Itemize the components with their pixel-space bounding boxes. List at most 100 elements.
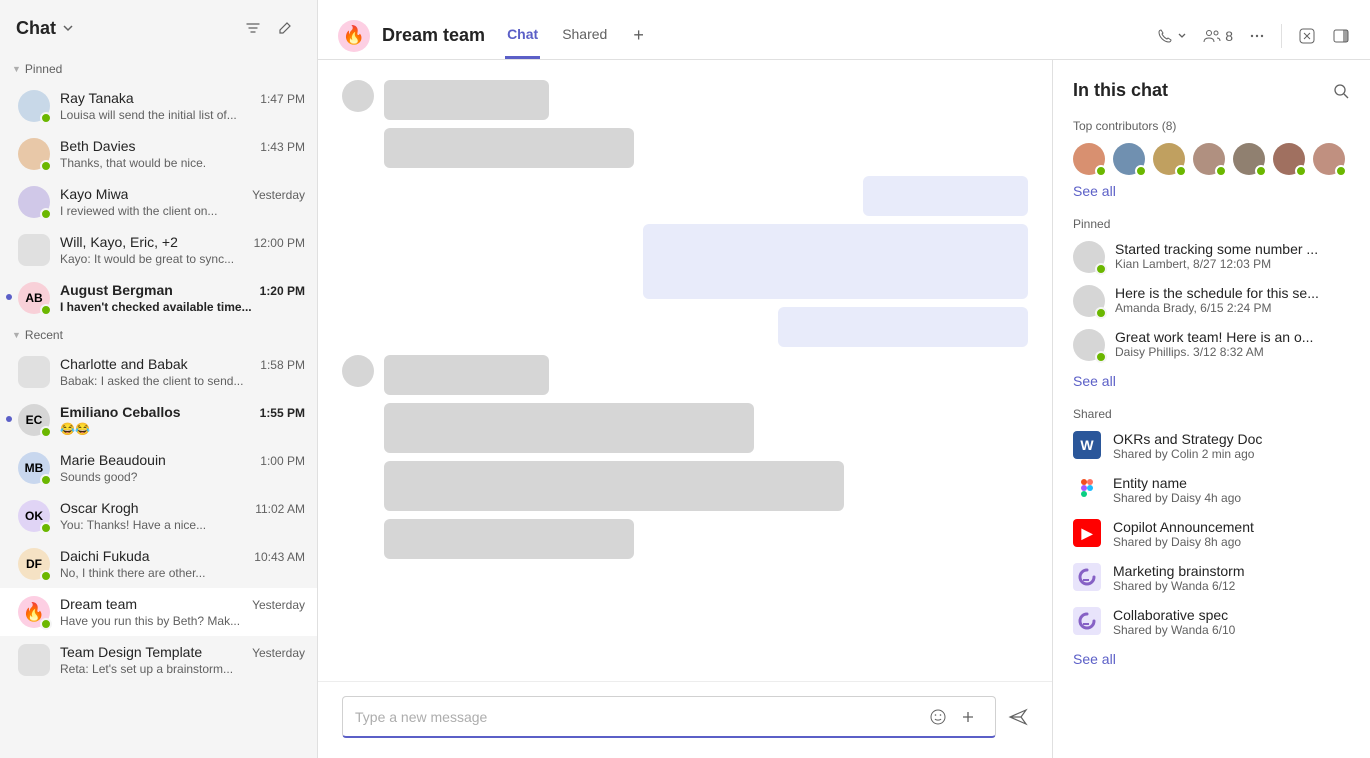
file-icon xyxy=(1073,475,1101,503)
avatar xyxy=(18,90,50,122)
message-row xyxy=(342,176,1028,216)
call-button[interactable] xyxy=(1157,28,1187,44)
message-bubble[interactable] xyxy=(384,519,634,559)
chat-list-item[interactable]: OKOscar Krogh11:02 AMYou: Thanks! Have a… xyxy=(0,492,317,540)
message-bubble[interactable] xyxy=(384,403,754,453)
chevron-down-icon[interactable] xyxy=(62,22,74,34)
chat-time: 1:58 PM xyxy=(260,358,305,372)
message-bubble[interactable] xyxy=(384,355,549,395)
chat-preview: Babak: I asked the client to send... xyxy=(60,374,305,388)
contributors-row xyxy=(1073,143,1350,175)
avatar[interactable] xyxy=(1193,143,1225,175)
pinned-meta: Daisy Phillips. 3/12 8:32 AM xyxy=(1115,345,1350,359)
tab-shared[interactable]: Shared xyxy=(560,12,609,59)
chat-avatar: 🔥 xyxy=(338,20,370,52)
chat-list-item[interactable]: DFDaichi Fukuda10:43 AMNo, I think there… xyxy=(0,540,317,588)
tab-chat[interactable]: Chat xyxy=(505,12,540,59)
avatar[interactable] xyxy=(1073,143,1105,175)
sidebar: Chat ▼ Pinned Ray Tanaka1:47 PMLouisa wi… xyxy=(0,0,318,758)
recent-section-label[interactable]: ▼ Recent xyxy=(0,322,317,348)
avatar[interactable] xyxy=(1273,143,1305,175)
shared-item[interactable]: Marketing brainstormShared by Wanda 6/12 xyxy=(1073,563,1350,593)
conversation-area[interactable] xyxy=(318,60,1052,681)
message-bubble[interactable] xyxy=(643,224,1028,299)
chat-name: Team Design Template xyxy=(60,644,202,660)
chat-list-item[interactable]: Charlotte and Babak 1:58 PM Babak: I asked… xyxy=(0,348,317,396)
shared-meta: Shared by Daisy 4h ago xyxy=(1113,491,1350,505)
pinned-title: Started tracking some number ... xyxy=(1115,241,1350,257)
panel-toggle-icon[interactable] xyxy=(1332,27,1350,45)
shared-item[interactable]: Entity nameShared by Daisy 4h ago xyxy=(1073,475,1350,505)
chat-time: 11:02 AM xyxy=(255,502,305,516)
chat-name: Oscar Krogh xyxy=(60,500,139,516)
compose-box[interactable] xyxy=(342,696,996,738)
chat-preview: 😂😂 xyxy=(60,422,305,436)
message-bubble[interactable] xyxy=(384,80,549,120)
message-row xyxy=(342,519,1028,559)
chat-name: Dream team xyxy=(60,596,137,612)
chat-list[interactable]: ▼ Pinned Ray Tanaka1:47 PMLouisa will se… xyxy=(0,56,317,758)
filter-icon[interactable] xyxy=(237,12,269,44)
send-button[interactable] xyxy=(1008,707,1028,727)
shared-item[interactable]: WOKRs and Strategy DocShared by Colin 2 … xyxy=(1073,431,1350,461)
chat-name: Marie Beaudouin xyxy=(60,452,166,468)
message-bubble[interactable] xyxy=(863,176,1028,216)
chat-list-item[interactable]: ECEmiliano Ceballos1:55 PM😂😂 xyxy=(0,396,317,444)
shared-title: Copilot Announcement xyxy=(1113,519,1350,535)
chat-list-item[interactable]: Kayo MiwaYesterdayI reviewed with the cl… xyxy=(0,178,317,226)
chat-name: Will, Kayo, Eric, +2 xyxy=(60,234,178,250)
shared-item[interactable]: Collaborative specShared by Wanda 6/10 xyxy=(1073,607,1350,637)
copilot-icon[interactable] xyxy=(1298,27,1316,45)
chat-list-item[interactable]: Team Design TemplateYesterdayReta: Let's… xyxy=(0,636,317,684)
pinned-section-label[interactable]: ▼ Pinned xyxy=(0,56,317,82)
pinned-title: Here is the schedule for this se... xyxy=(1115,285,1350,301)
pinned-meta: Kian Lambert, 8/27 12:03 PM xyxy=(1115,257,1350,271)
chat-list-item[interactable]: ABAugust Bergman1:20 PMI haven't checked… xyxy=(0,274,317,322)
triangle-down-icon: ▼ xyxy=(12,330,21,340)
compose-icon[interactable] xyxy=(269,12,301,44)
message-row xyxy=(342,224,1028,299)
see-all-shared-link[interactable]: See all xyxy=(1073,651,1116,667)
pinned-message[interactable]: Great work team! Here is an o...Daisy Ph… xyxy=(1073,329,1350,361)
add-tab-button[interactable]: + xyxy=(629,25,648,46)
avatar[interactable] xyxy=(1153,143,1185,175)
chat-name: Charlotte and Babak xyxy=(60,356,188,372)
see-all-contributors-link[interactable]: See all xyxy=(1073,183,1116,199)
chat-list-item[interactable]: 🔥Dream teamYesterdayHave you run this by… xyxy=(0,588,317,636)
shared-title: Marketing brainstorm xyxy=(1113,563,1350,579)
emoji-icon[interactable] xyxy=(923,708,953,726)
pinned-message[interactable]: Here is the schedule for this se...Amand… xyxy=(1073,285,1350,317)
chat-list-item[interactable]: Will, Kayo, Eric, +212:00 PMKayo: It wou… xyxy=(0,226,317,274)
pinned-message[interactable]: Started tracking some number ...Kian Lam… xyxy=(1073,241,1350,273)
shared-item[interactable]: ▶Copilot AnnouncementShared by Daisy 8h … xyxy=(1073,519,1350,549)
shared-meta: Shared by Daisy 8h ago xyxy=(1113,535,1350,549)
pinned-meta: Amanda Brady, 6/15 2:24 PM xyxy=(1115,301,1350,315)
avatar xyxy=(1073,285,1105,317)
chat-preview: Sounds good? xyxy=(60,470,305,484)
people-button[interactable]: 8 xyxy=(1203,28,1233,44)
chat-preview: Have you run this by Beth? Mak... xyxy=(60,614,305,628)
message-bubble[interactable] xyxy=(778,307,1028,347)
conversation-header: 🔥 Dream team Chat Shared + 8 xyxy=(318,0,1370,60)
shared-label: Shared xyxy=(1073,407,1350,421)
avatar[interactable] xyxy=(1313,143,1345,175)
more-options-button[interactable] xyxy=(1249,28,1265,44)
see-all-pinned-link[interactable]: See all xyxy=(1073,373,1116,389)
chat-name: Kayo Miwa xyxy=(60,186,128,202)
avatar[interactable] xyxy=(1113,143,1145,175)
avatar[interactable] xyxy=(1233,143,1265,175)
chat-list-item[interactable]: MBMarie Beaudouin1:00 PMSounds good? xyxy=(0,444,317,492)
message-bubble[interactable] xyxy=(384,128,634,168)
chat-list-item[interactable]: Ray Tanaka1:47 PMLouisa will send the in… xyxy=(0,82,317,130)
message-input[interactable] xyxy=(355,709,923,725)
panel-title: In this chat xyxy=(1073,80,1168,101)
search-icon[interactable] xyxy=(1332,82,1350,100)
chat-preview: No, I think there are other... xyxy=(60,566,305,580)
chat-list-item[interactable]: Beth Davies1:43 PMThanks, that would be … xyxy=(0,130,317,178)
avatar xyxy=(342,355,374,387)
chat-preview: I haven't checked available time... xyxy=(60,300,305,314)
message-bubble[interactable] xyxy=(384,461,844,511)
contributors-label: Top contributors (8) xyxy=(1073,119,1350,133)
attach-icon[interactable] xyxy=(953,708,983,726)
avatar: 🔥 xyxy=(18,596,50,628)
